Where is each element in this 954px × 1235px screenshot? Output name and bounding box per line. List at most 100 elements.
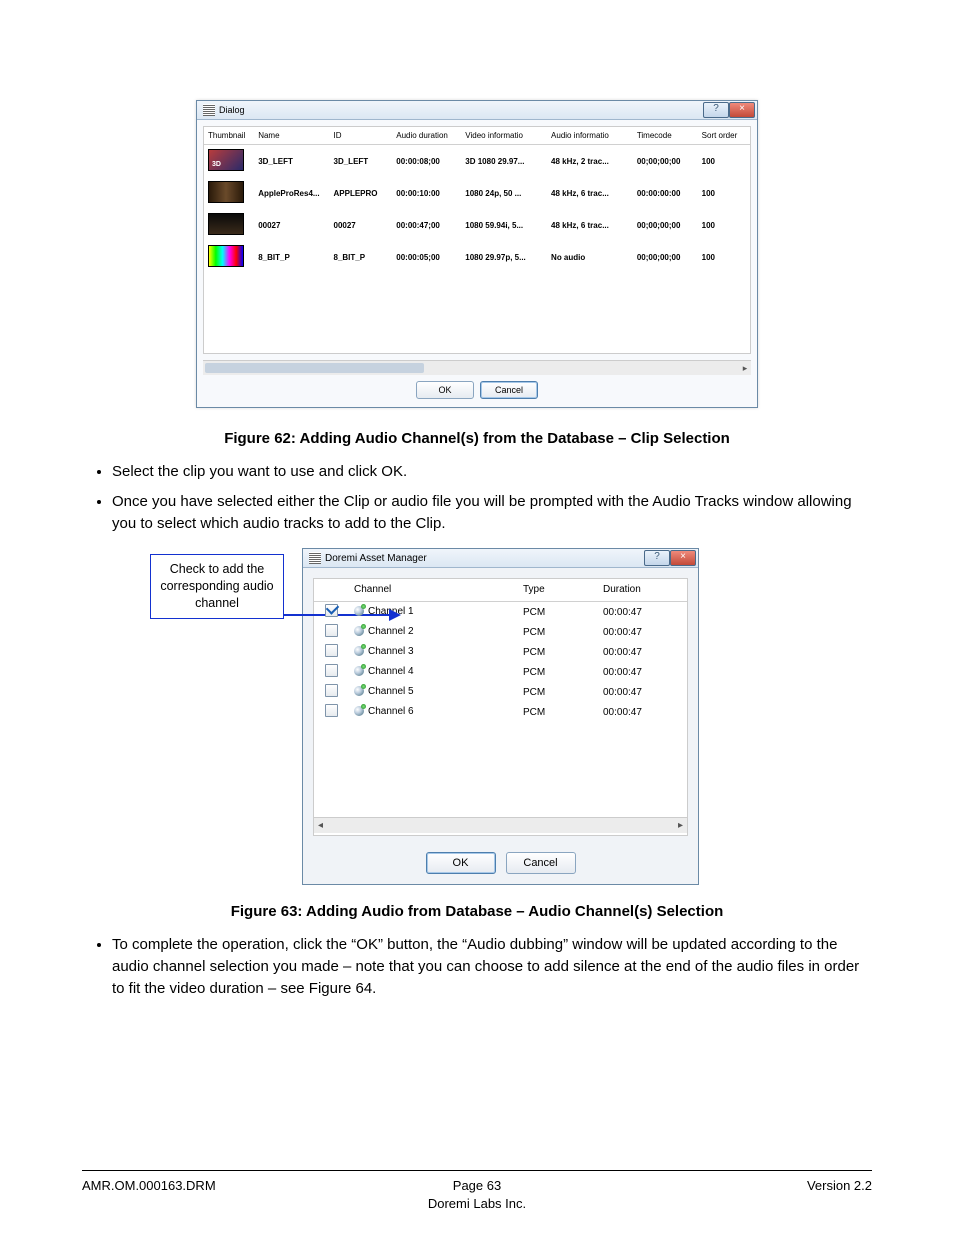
cell-type: PCM bbox=[517, 642, 597, 662]
figure-63-caption: Figure 63: Adding Audio from Database – … bbox=[82, 903, 872, 920]
cell-id: 00027 bbox=[330, 209, 393, 241]
dialog-titlebar[interactable]: Dialog ? × bbox=[197, 101, 757, 120]
cell-id: 3D_LEFT bbox=[330, 145, 393, 178]
col-name[interactable]: Name bbox=[254, 127, 329, 145]
clip-thumbnail bbox=[208, 181, 244, 203]
cell-sort-order: 100 bbox=[698, 177, 750, 209]
col-channel[interactable]: Channel bbox=[348, 579, 517, 602]
instruction-item: Once you have selected either the Clip o… bbox=[112, 491, 872, 535]
audio-disc-icon bbox=[354, 706, 364, 716]
col-id[interactable]: ID bbox=[330, 127, 393, 145]
cell-duration: 00:00:47 bbox=[597, 682, 687, 702]
col-thumbnail[interactable]: Thumbnail bbox=[204, 127, 254, 145]
cell-video-info: 3D 1080 29.97... bbox=[461, 145, 547, 178]
channel-table: Channel Type Duration Channel 1PCM00:00:… bbox=[314, 579, 687, 722]
cell-audio-duration: 00:00:05;00 bbox=[392, 241, 461, 273]
figure-62-caption: Figure 62: Adding Audio Channel(s) from … bbox=[82, 430, 872, 447]
horizontal-scrollbar[interactable]: ◂ ▸ bbox=[314, 817, 687, 833]
cell-audio-info: 48 kHz, 6 trac... bbox=[547, 209, 633, 241]
audio-tracks-dialog: Doremi Asset Manager ? × Channel Type Du… bbox=[302, 548, 699, 885]
table-row[interactable]: Channel 4PCM00:00:47 bbox=[314, 662, 687, 682]
cancel-button[interactable]: Cancel bbox=[480, 381, 538, 399]
cell-type: PCM bbox=[517, 662, 597, 682]
cell-duration: 00:00:47 bbox=[597, 602, 687, 623]
cell-duration: 00:00:47 bbox=[597, 622, 687, 642]
cell-audio-duration: 00:00:08;00 bbox=[392, 145, 461, 178]
col-sort-order[interactable]: Sort order bbox=[698, 127, 750, 145]
cell-sort-order: 100 bbox=[698, 209, 750, 241]
close-button[interactable]: × bbox=[729, 102, 755, 118]
scroll-left-icon[interactable]: ◂ bbox=[314, 819, 327, 832]
table-row[interactable]: 000270002700:00:47;001080 59.94i, 5...48… bbox=[204, 209, 750, 241]
channel-checkbox[interactable] bbox=[325, 604, 338, 617]
footer-org: Doremi Labs Inc. bbox=[82, 1196, 872, 1211]
clip-thumbnail bbox=[208, 213, 244, 235]
dialog-titlebar[interactable]: Doremi Asset Manager ? × bbox=[303, 549, 698, 568]
col-audio-info[interactable]: Audio informatio bbox=[547, 127, 633, 145]
audio-disc-icon bbox=[354, 646, 364, 656]
cell-sort-order: 100 bbox=[698, 241, 750, 273]
help-button[interactable]: ? bbox=[644, 550, 670, 566]
callout-arrow-icon bbox=[283, 611, 403, 612]
channel-checkbox[interactable] bbox=[325, 644, 338, 657]
cell-name: AppleProRes4... bbox=[254, 177, 329, 209]
horizontal-scrollbar[interactable]: ◂ ▸ bbox=[203, 360, 751, 375]
cell-channel: Channel 3 bbox=[348, 642, 517, 662]
cell-channel: Channel 4 bbox=[348, 662, 517, 682]
channel-checkbox[interactable] bbox=[325, 664, 338, 677]
cancel-button[interactable]: Cancel bbox=[506, 852, 576, 874]
col-video-info[interactable]: Video informatio bbox=[461, 127, 547, 145]
cell-id: APPLEPRO bbox=[330, 177, 393, 209]
cell-timecode: 00;00;00;00 bbox=[633, 209, 698, 241]
audio-disc-icon bbox=[354, 686, 364, 696]
channel-checkbox[interactable] bbox=[325, 704, 338, 717]
table-row[interactable]: Channel 3PCM00:00:47 bbox=[314, 642, 687, 662]
clip-thumbnail bbox=[208, 245, 244, 267]
scrollbar-handle[interactable] bbox=[205, 363, 424, 373]
instruction-list-2: To complete the operation, click the “OK… bbox=[82, 934, 872, 999]
cell-timecode: 00;00;00;00 bbox=[633, 241, 698, 273]
instruction-item: To complete the operation, click the “OK… bbox=[112, 934, 872, 999]
instruction-item: Select the clip you want to use and clic… bbox=[112, 461, 872, 483]
cell-audio-duration: 00:00:10:00 bbox=[392, 177, 461, 209]
col-duration[interactable]: Duration bbox=[597, 579, 687, 602]
table-row[interactable]: 8_BIT_P8_BIT_P00:00:05;001080 29.97p, 5.… bbox=[204, 241, 750, 273]
ok-button[interactable]: OK bbox=[426, 852, 496, 874]
table-row[interactable]: Channel 6PCM00:00:47 bbox=[314, 702, 687, 722]
cell-duration: 00:00:47 bbox=[597, 702, 687, 722]
cell-channel: Channel 6 bbox=[348, 702, 517, 722]
app-icon bbox=[203, 104, 215, 116]
col-checkbox bbox=[314, 579, 348, 602]
instruction-list-1: Select the clip you want to use and clic… bbox=[82, 461, 872, 534]
channel-checkbox[interactable] bbox=[325, 684, 338, 697]
scroll-right-icon[interactable]: ▸ bbox=[674, 819, 687, 832]
cell-video-info: 1080 24p, 50 ... bbox=[461, 177, 547, 209]
audio-disc-icon bbox=[354, 666, 364, 676]
cell-duration: 00:00:47 bbox=[597, 642, 687, 662]
cell-duration: 00:00:47 bbox=[597, 662, 687, 682]
scroll-right-icon[interactable]: ▸ bbox=[739, 362, 751, 374]
table-row[interactable]: Channel 5PCM00:00:47 bbox=[314, 682, 687, 702]
callout-text: Check to add the corresponding audio cha… bbox=[160, 562, 273, 610]
cell-channel: Channel 5 bbox=[348, 682, 517, 702]
clip-thumbnail bbox=[208, 149, 244, 171]
table-row[interactable]: AppleProRes4...APPLEPRO00:00:10:001080 2… bbox=[204, 177, 750, 209]
footer-rule bbox=[82, 1170, 872, 1171]
table-row[interactable]: 3D_LEFT3D_LEFT00:00:08;003D 1080 29.97..… bbox=[204, 145, 750, 178]
cell-name: 00027 bbox=[254, 209, 329, 241]
cell-video-info: 1080 29.97p, 5... bbox=[461, 241, 547, 273]
close-button[interactable]: × bbox=[670, 550, 696, 566]
cell-timecode: 00;00;00;00 bbox=[633, 145, 698, 178]
cell-name: 3D_LEFT bbox=[254, 145, 329, 178]
help-button[interactable]: ? bbox=[703, 102, 729, 118]
cell-audio-duration: 00:00:47;00 bbox=[392, 209, 461, 241]
ok-button[interactable]: OK bbox=[416, 381, 474, 399]
col-type[interactable]: Type bbox=[517, 579, 597, 602]
app-icon bbox=[309, 552, 321, 564]
col-audio-duration[interactable]: Audio duration bbox=[392, 127, 461, 145]
col-timecode[interactable]: Timecode bbox=[633, 127, 698, 145]
footer-page: Page 63 bbox=[82, 1178, 872, 1193]
cell-audio-info: No audio bbox=[547, 241, 633, 273]
channel-checkbox[interactable] bbox=[325, 624, 338, 637]
cell-audio-info: 48 kHz, 6 trac... bbox=[547, 177, 633, 209]
